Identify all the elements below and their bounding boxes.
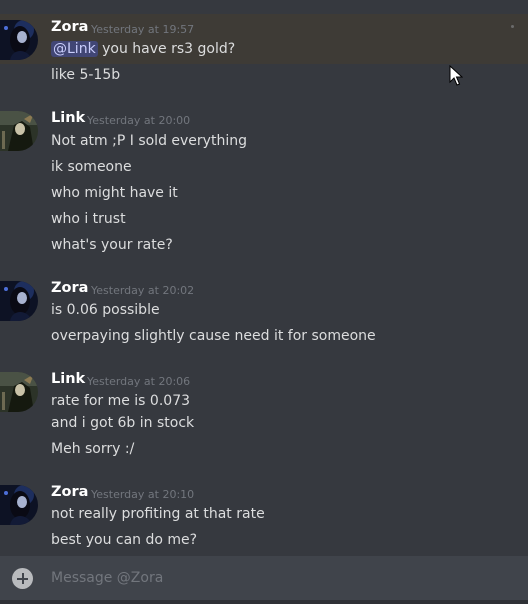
message-author[interactable]: Zora [51,280,88,296]
message-text: overpaying slightly cause need it for so… [51,328,376,344]
top-strip [0,0,528,14]
message-author[interactable]: Zora [51,19,88,35]
message-author[interactable]: Link [51,110,85,126]
message-author[interactable]: Link [51,371,85,387]
message-text: best you can do me? [51,532,198,548]
message-text: like 5-15b [51,67,121,83]
message-text-rest: you have rs3 gold? [97,41,236,57]
message-text: and i got 6b in stock [51,415,195,431]
message-text: ik someone [51,159,132,175]
message-text: @Link you have rs3 gold? [51,41,235,57]
message-text: not really profiting at that rate [51,506,265,522]
user-mention[interactable]: @Link [51,41,98,57]
avatar[interactable] [0,372,38,412]
message-input[interactable] [51,568,511,588]
message-composer [0,556,528,600]
message-options-dot [511,25,514,28]
add-attachment-icon[interactable] [12,568,33,589]
message-text: is 0.06 possible [51,302,160,318]
bottom-strip [0,600,528,604]
message-author[interactable]: Zora [51,484,88,500]
message-timestamp: Yesterday at 20:10 [91,488,195,501]
message-timestamp: Yesterday at 20:02 [91,284,195,297]
message-text: what's your rate? [51,237,173,253]
mouse-cursor-icon [449,64,464,91]
message-text: who might have it [51,185,178,201]
message-text: rate for me is 0.073 [51,393,191,409]
avatar[interactable] [0,281,38,321]
message-text: who i trust [51,211,126,227]
message-timestamp: Yesterday at 20:06 [87,375,191,388]
avatar[interactable] [0,111,38,151]
avatar[interactable] [0,485,38,525]
message-timestamp: Yesterday at 19:57 [91,23,195,36]
message-text: Meh sorry :/ [51,441,135,457]
message-timestamp: Yesterday at 20:00 [87,114,191,127]
message-text: Not atm ;P I sold everything [51,133,247,149]
